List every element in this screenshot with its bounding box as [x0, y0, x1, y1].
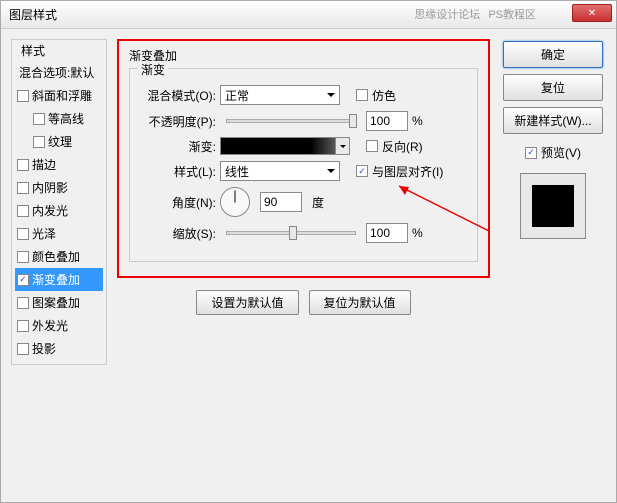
- angle-label: 角度(N):: [138, 194, 216, 211]
- style-dropdown[interactable]: 线性: [220, 161, 340, 181]
- style-item-label: 图案叠加: [32, 294, 80, 311]
- style-item-1[interactable]: 等高线: [15, 107, 103, 130]
- close-icon[interactable]: ✕: [572, 4, 612, 22]
- highlight-box: 渐变叠加 渐变 混合模式(O): 正常 仿色 不透明度(P): %: [117, 39, 490, 278]
- titlebar: 图层样式 思缘设计论坛 PS教程区 ✕: [1, 1, 616, 29]
- style-item-10[interactable]: 外发光: [15, 314, 103, 337]
- angle-unit: 度: [312, 194, 324, 211]
- style-checkbox[interactable]: [17, 90, 29, 102]
- settings-panel: 渐变叠加 渐变 混合模式(O): 正常 仿色 不透明度(P): %: [117, 39, 490, 492]
- chevron-down-icon[interactable]: [335, 138, 349, 154]
- style-item-8[interactable]: 渐变叠加: [15, 268, 103, 291]
- set-default-button[interactable]: 设置为默认值: [196, 290, 298, 315]
- style-item-4[interactable]: 内阴影: [15, 176, 103, 199]
- watermark: 思缘设计论坛 PS教程区: [414, 6, 536, 22]
- align-label: 与图层对齐(I): [372, 163, 443, 180]
- style-checkbox[interactable]: [17, 228, 29, 240]
- style-checkbox[interactable]: [33, 113, 45, 125]
- angle-dial[interactable]: [220, 187, 250, 217]
- style-checkbox[interactable]: [17, 251, 29, 263]
- style-item-11[interactable]: 投影: [15, 337, 103, 360]
- layer-style-dialog: 图层样式 思缘设计论坛 PS教程区 ✕ 样式 混合选项:默认斜面和浮雕等高线纹理…: [0, 0, 617, 503]
- style-item-label: 纹理: [48, 133, 72, 150]
- style-item-label: 渐变叠加: [32, 271, 80, 288]
- scale-unit: %: [412, 226, 423, 240]
- blend-options-header[interactable]: 混合选项:默认: [15, 61, 103, 84]
- preview-swatch: [532, 185, 574, 227]
- scale-label: 缩放(S):: [138, 225, 216, 242]
- style-item-label: 光泽: [32, 225, 56, 242]
- reverse-label: 反向(R): [382, 138, 423, 155]
- style-item-5[interactable]: 内发光: [15, 199, 103, 222]
- new-style-button[interactable]: 新建样式(W)...: [503, 107, 603, 134]
- scale-slider[interactable]: [226, 231, 356, 235]
- opacity-input[interactable]: [366, 111, 408, 131]
- preview-checkbox[interactable]: [525, 147, 537, 159]
- align-checkbox[interactable]: [356, 165, 368, 177]
- opacity-slider[interactable]: [226, 119, 356, 123]
- style-item-label: 外发光: [32, 317, 68, 334]
- gradient-picker[interactable]: [220, 137, 350, 155]
- style-item-label: 投影: [32, 340, 56, 357]
- sidebar-title: 样式: [19, 42, 47, 59]
- action-panel: 确定 复位 新建样式(W)... 预览(V): [500, 39, 606, 492]
- blend-mode-dropdown[interactable]: 正常: [220, 85, 340, 105]
- style-item-7[interactable]: 颜色叠加: [15, 245, 103, 268]
- group-title: 渐变叠加: [129, 47, 478, 64]
- style-checkbox[interactable]: [17, 343, 29, 355]
- style-checkbox[interactable]: [17, 320, 29, 332]
- style-checkbox[interactable]: [17, 159, 29, 171]
- window-title: 图层样式: [9, 6, 57, 23]
- opacity-label: 不透明度(P):: [138, 113, 216, 130]
- blend-mode-label: 混合模式(O):: [138, 87, 216, 104]
- scale-input[interactable]: [366, 223, 408, 243]
- dither-checkbox[interactable]: [356, 89, 368, 101]
- style-label: 样式(L):: [138, 163, 216, 180]
- cancel-button[interactable]: 复位: [503, 74, 603, 101]
- reverse-checkbox[interactable]: [366, 140, 378, 152]
- style-item-3[interactable]: 描边: [15, 153, 103, 176]
- style-item-9[interactable]: 图案叠加: [15, 291, 103, 314]
- style-item-label: 斜面和浮雕: [32, 87, 92, 104]
- sub-title: 渐变: [138, 61, 168, 78]
- ok-button[interactable]: 确定: [503, 41, 603, 68]
- style-checkbox[interactable]: [17, 274, 29, 286]
- reset-default-button[interactable]: 复位为默认值: [309, 290, 411, 315]
- style-item-label: 等高线: [48, 110, 84, 127]
- style-item-2[interactable]: 纹理: [15, 130, 103, 153]
- preview-label: 预览(V): [541, 144, 581, 161]
- style-item-0[interactable]: 斜面和浮雕: [15, 84, 103, 107]
- style-item-label: 内发光: [32, 202, 68, 219]
- style-item-label: 描边: [32, 156, 56, 173]
- style-item-label: 颜色叠加: [32, 248, 80, 265]
- styles-sidebar: 样式 混合选项:默认斜面和浮雕等高线纹理描边内阴影内发光光泽颜色叠加渐变叠加图案…: [11, 39, 107, 492]
- style-checkbox[interactable]: [33, 136, 45, 148]
- style-item-6[interactable]: 光泽: [15, 222, 103, 245]
- dither-label: 仿色: [372, 87, 396, 104]
- style-item-label: 内阴影: [32, 179, 68, 196]
- preview-thumbnail: [520, 173, 586, 239]
- angle-input[interactable]: [260, 192, 302, 212]
- style-checkbox[interactable]: [17, 297, 29, 309]
- style-checkbox[interactable]: [17, 182, 29, 194]
- opacity-unit: %: [412, 114, 423, 128]
- style-checkbox[interactable]: [17, 205, 29, 217]
- gradient-label: 渐变:: [138, 138, 216, 155]
